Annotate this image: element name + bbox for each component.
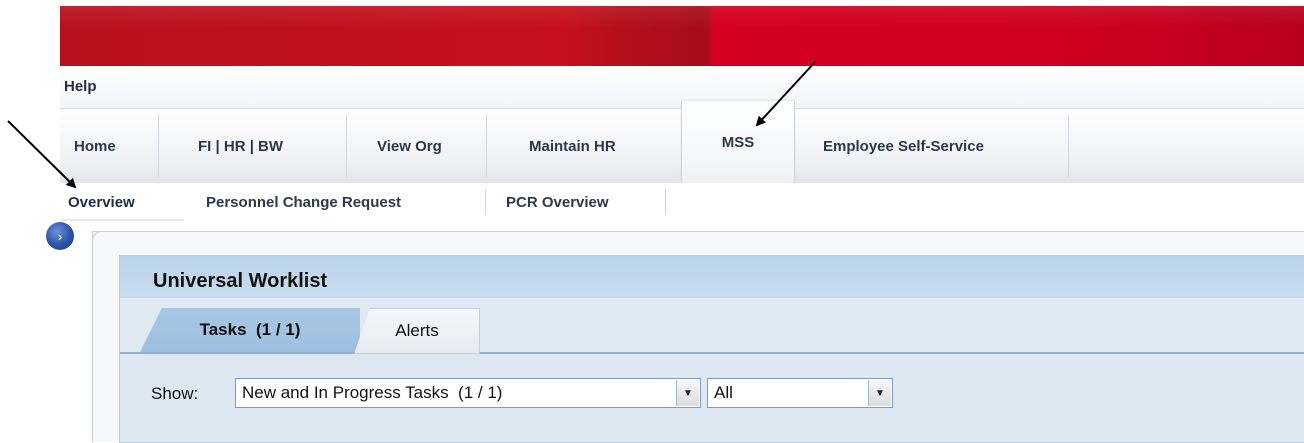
chevron-down-icon[interactable]: ▼ [676,380,699,406]
subtab-overview-label: Overview [68,193,135,211]
tab-fi-hr-bw-label: FI | HR | BW [198,137,284,155]
subtab-pcr-overview-label: PCR Overview [506,193,609,211]
task-scope-value: All [714,383,733,402]
tab-alerts-label: Alerts [395,321,439,340]
worklist-header: Universal Worklist [120,256,1304,298]
task-status-value: New and In Progress Tasks (1 / 1) [242,383,503,402]
universal-worklist-panel: Universal Worklist Tasks (1 / 1) Alerts … [119,255,1304,443]
chevron-down-icon[interactable]: ▼ [868,380,891,406]
tab-maintain-hr-label: Maintain HR [529,137,616,155]
subtab-divider [665,189,666,215]
task-status-select[interactable]: New and In Progress Tasks (1 / 1) ▼ [235,378,701,408]
tab-tasks-label: Tasks (1 / 1) [199,320,301,339]
subtab-personnel-change-request-label: Personnel Change Request [206,193,402,211]
tab-view-org[interactable]: View Org [347,109,487,183]
worklist-tabstrip: Tasks (1 / 1) Alerts [120,298,1304,354]
subtab-overview[interactable]: Overview [60,183,184,221]
tab-home-label: Home [74,137,116,155]
navigation-toggle-icon[interactable]: › [46,222,74,250]
worklist-filter-bar: Show: New and In Progress Tasks (1 / 1) … [120,354,1304,442]
banner-shine [60,6,1304,28]
tab-alerts[interactable]: Alerts [354,308,480,354]
top-navigation: Home FI | HR | BW View Org Maintain HR M… [60,101,1304,183]
tab-employee-self-service[interactable]: Employee Self-Service [793,109,1069,183]
tab-maintain-hr[interactable]: Maintain HR [487,109,681,183]
chevron-right-icon: › [57,228,63,244]
subtab-personnel-change-request[interactable]: Personnel Change Request [184,183,486,221]
tab-employee-self-service-label: Employee Self-Service [823,137,984,155]
help-menu[interactable]: Help [64,78,97,95]
tab-mss-label: MSS [721,133,755,151]
tab-tasks[interactable]: Tasks (1 / 1) [140,308,360,352]
tab-mss[interactable]: MSS [681,101,795,183]
tab-view-org-label: View Org [377,137,442,155]
tab-divider [1068,115,1069,177]
task-scope-select[interactable]: All ▼ [707,378,893,408]
tab-home[interactable]: Home [60,109,159,183]
worklist-title: Universal Worklist [153,270,328,292]
header-banner [60,6,1304,66]
sub-navigation: Overview Personnel Change Request PCR Ov… [60,183,1304,221]
tab-fi-hr-bw[interactable]: FI | HR | BW [159,109,347,183]
show-label: Show: [151,384,199,403]
subtab-pcr-overview[interactable]: PCR Overview [486,183,666,221]
